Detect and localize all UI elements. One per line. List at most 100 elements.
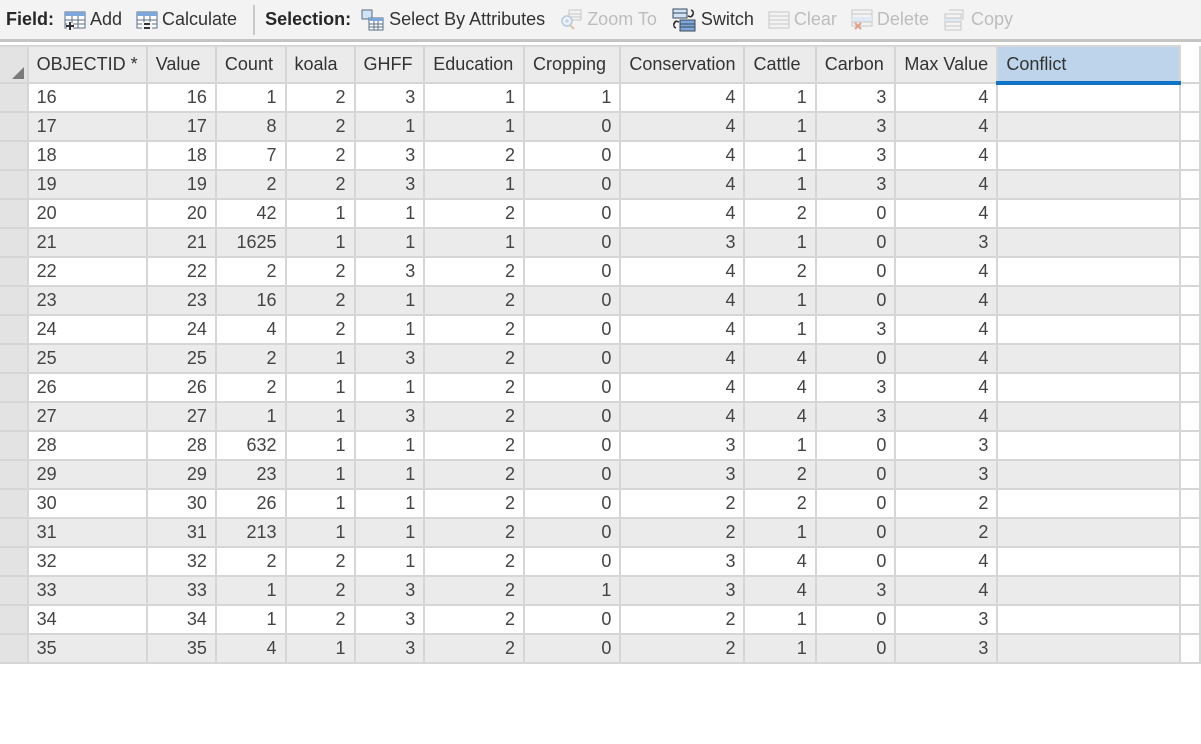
cell-conservation[interactable]: 4 [619,401,746,432]
cell-carbon[interactable]: 0 [814,604,897,635]
cell-ghff[interactable]: 1 [353,430,426,461]
row-selector[interactable] [0,256,29,287]
cell-koala[interactable]: 1 [284,633,356,664]
cell-cropping[interactable]: 0 [523,140,622,171]
cell-count[interactable]: 4 [214,314,287,345]
cell-carbon[interactable]: 3 [814,372,897,403]
cell-education[interactable]: 1 [423,82,526,113]
cell-carbon[interactable]: 0 [814,459,897,490]
cell-education[interactable]: 1 [423,169,526,200]
cell-ghff[interactable]: 1 [353,459,426,490]
cell-education[interactable]: 2 [423,546,526,577]
cell-max-value[interactable]: 4 [894,140,999,171]
cell-cropping[interactable]: 0 [523,227,622,258]
table-row[interactable]: 21 21 1625 1 1 1 0 3 1 0 3 [0,227,1201,258]
cell-cattle[interactable]: 1 [743,517,817,548]
cell-cattle[interactable]: 1 [743,285,817,316]
cell-value[interactable]: 18 [145,140,217,171]
cell-conflict[interactable] [996,82,1182,113]
row-selector[interactable] [0,169,29,200]
cell-carbon[interactable]: 3 [814,575,897,606]
cell-conflict[interactable] [996,169,1182,200]
row-selector[interactable] [0,227,29,258]
cell-ghff[interactable]: 3 [353,140,426,171]
cell-conflict[interactable] [996,198,1182,229]
delete-selection-button[interactable]: Delete [851,9,929,31]
cell-conflict[interactable] [996,488,1182,519]
cell-cropping[interactable]: 0 [523,604,622,635]
cell-objectid[interactable]: 31 [26,517,148,548]
table-row[interactable]: 19 19 2 2 3 1 0 4 1 3 4 [0,169,1201,200]
cell-education[interactable]: 2 [423,401,526,432]
column-header-cattle[interactable]: Cattle [743,45,817,84]
cell-cattle[interactable]: 1 [743,604,817,635]
cell-cattle[interactable]: 1 [743,227,817,258]
column-header-koala[interactable]: koala [284,45,356,84]
cell-ghff[interactable]: 1 [353,111,426,142]
cell-koala[interactable]: 1 [284,343,356,374]
table-row[interactable]: 31 31 213 1 1 2 0 2 1 0 2 [0,517,1201,548]
table-row[interactable]: 20 20 42 1 1 2 0 4 2 0 4 [0,198,1201,229]
cell-count[interactable]: 7 [214,140,287,171]
cell-education[interactable]: 1 [423,111,526,142]
cell-conflict[interactable] [996,372,1182,403]
column-header-conflict[interactable]: Conflict [996,45,1182,85]
cell-objectid[interactable]: 35 [26,633,148,664]
cell-conservation[interactable]: 2 [619,488,746,519]
cell-cropping[interactable]: 0 [523,256,622,287]
cell-koala[interactable]: 2 [284,256,356,287]
cell-koala[interactable]: 2 [284,575,356,606]
cell-cattle[interactable]: 2 [743,488,817,519]
cell-education[interactable]: 2 [423,488,526,519]
cell-objectid[interactable]: 33 [26,575,148,606]
cell-carbon[interactable]: 0 [814,517,897,548]
cell-carbon[interactable]: 0 [814,633,897,664]
cell-objectid[interactable]: 34 [26,604,148,635]
row-selector[interactable] [0,140,29,171]
cell-conservation[interactable]: 4 [619,285,746,316]
select-by-attributes-button[interactable]: Select By Attributes [361,9,545,31]
cell-value[interactable]: 30 [145,488,217,519]
column-header-education[interactable]: Education [423,45,526,84]
cell-count[interactable]: 1 [214,604,287,635]
cell-max-value[interactable]: 4 [894,111,999,142]
row-selector[interactable] [0,459,29,490]
clear-selection-button[interactable]: Clear [768,9,837,30]
cell-max-value[interactable]: 4 [894,575,999,606]
column-header-carbon[interactable]: Carbon [814,45,897,84]
cell-cropping[interactable]: 0 [523,285,622,316]
row-selector[interactable] [0,372,29,403]
cell-conservation[interactable]: 4 [619,111,746,142]
cell-education[interactable]: 2 [423,285,526,316]
cell-count[interactable]: 2 [214,343,287,374]
cell-education[interactable]: 2 [423,459,526,490]
cell-value[interactable]: 22 [145,256,217,287]
table-row[interactable]: 18 18 7 2 3 2 0 4 1 3 4 [0,140,1201,171]
cell-count[interactable]: 8 [214,111,287,142]
table-row[interactable]: 33 33 1 2 3 2 1 3 4 3 4 [0,575,1201,606]
cell-conflict[interactable] [996,343,1182,374]
cell-count[interactable]: 42 [214,198,287,229]
cell-value[interactable]: 21 [145,227,217,258]
cell-koala[interactable]: 1 [284,401,356,432]
cell-carbon[interactable]: 3 [814,111,897,142]
row-selector[interactable] [0,488,29,519]
cell-objectid[interactable]: 20 [26,198,148,229]
cell-conservation[interactable]: 4 [619,314,746,345]
cell-koala[interactable]: 2 [284,604,356,635]
table-row[interactable]: 25 25 2 1 3 2 0 4 4 0 4 [0,343,1201,374]
cell-conflict[interactable] [996,256,1182,287]
cell-conservation[interactable]: 3 [619,227,746,258]
cell-carbon[interactable]: 3 [814,140,897,171]
cell-koala[interactable]: 2 [284,140,356,171]
cell-conservation[interactable]: 4 [619,256,746,287]
cell-conflict[interactable] [996,285,1182,316]
cell-education[interactable]: 2 [423,256,526,287]
cell-ghff[interactable]: 3 [353,575,426,606]
cell-conservation[interactable]: 4 [619,169,746,200]
cell-count[interactable]: 16 [214,285,287,316]
cell-cropping[interactable]: 0 [523,169,622,200]
cell-cattle[interactable]: 4 [743,546,817,577]
column-header-value[interactable]: Value [145,45,217,84]
cell-max-value[interactable]: 3 [894,633,999,664]
